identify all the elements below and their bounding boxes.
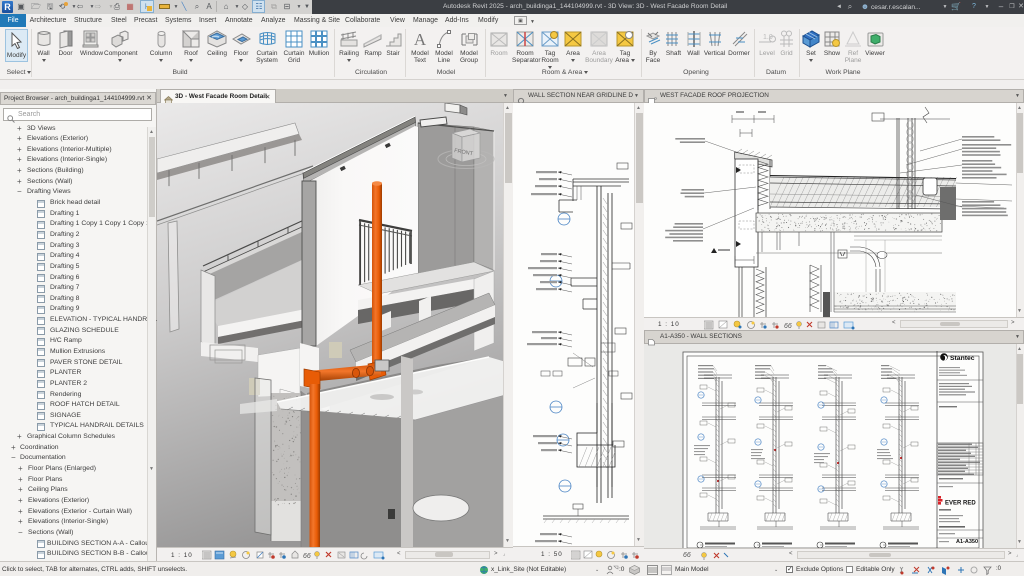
svg-text:A: A: [414, 30, 427, 49]
svg-text:EVER RED: EVER RED: [945, 501, 976, 507]
svg-text:66: 66: [303, 553, 311, 560]
svg-text:66: 66: [784, 323, 792, 330]
svg-text:Stantec: Stantec: [950, 355, 975, 362]
svg-text:1.0: 1.0: [763, 34, 773, 41]
svg-text:A1-A350: A1-A350: [956, 539, 978, 545]
